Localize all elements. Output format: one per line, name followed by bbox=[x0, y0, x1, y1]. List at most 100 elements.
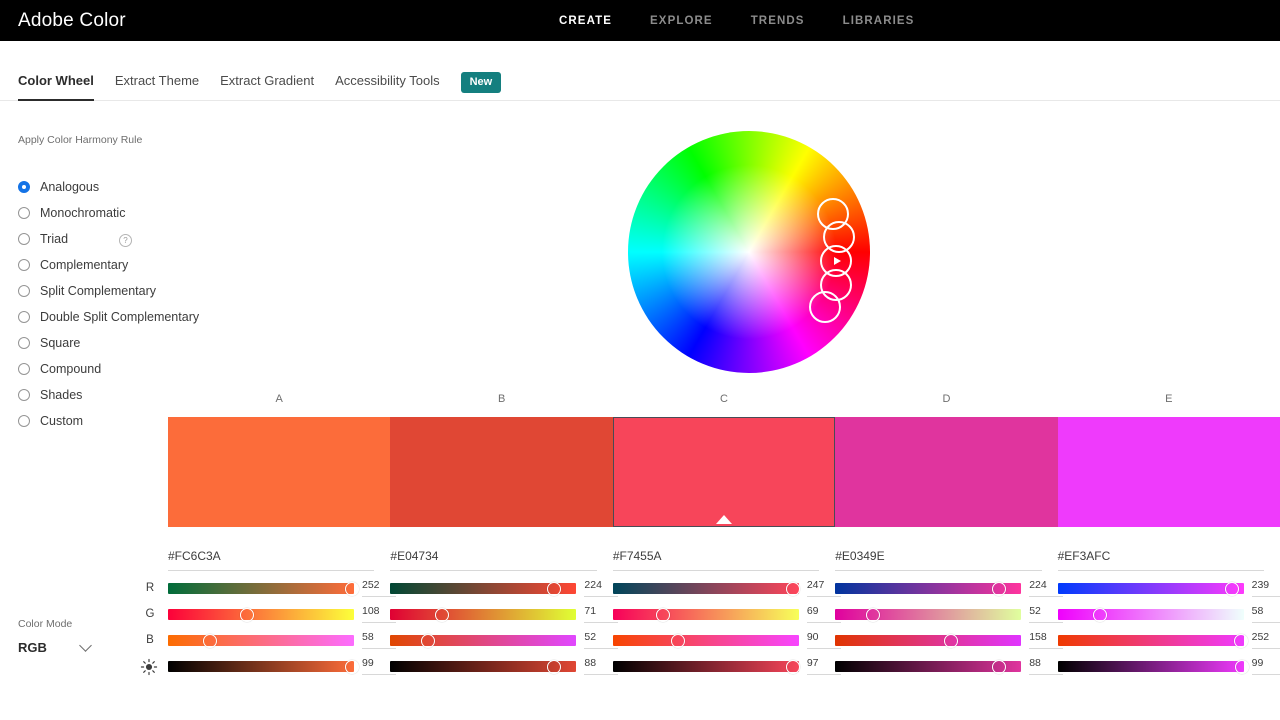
slider-knob-E-B[interactable] bbox=[1234, 634, 1248, 648]
slider-knob-C-G[interactable] bbox=[656, 608, 670, 622]
harmony-rule-complementary[interactable]: Complementary bbox=[18, 252, 199, 278]
harmony-rule-split-complementary[interactable]: Split Complementary bbox=[18, 278, 199, 304]
slider-knob-D-R[interactable] bbox=[992, 582, 1006, 596]
slider-knob-B-R[interactable] bbox=[547, 582, 561, 596]
slider-knob-B-G[interactable] bbox=[435, 608, 449, 622]
color-mode-select[interactable]: RGB bbox=[18, 636, 90, 658]
slider-row-A-B: B58 bbox=[168, 631, 390, 657]
harmony-sidebar: Apply Color Harmony Rule ? AnalogousMono… bbox=[0, 102, 168, 720]
harmony-rule-double-split-complementary[interactable]: Double Split Complementary bbox=[18, 304, 199, 330]
slider-knob-C-R[interactable] bbox=[786, 582, 800, 596]
slider-track-E-G[interactable] bbox=[1058, 609, 1244, 620]
slider-knob-D-brightness[interactable] bbox=[992, 660, 1006, 674]
color-swatch-B[interactable] bbox=[390, 417, 612, 527]
radio-button-icon[interactable] bbox=[18, 259, 30, 271]
nav-item-libraries[interactable]: LIBRARIES bbox=[843, 15, 915, 27]
slider-knob-B-B[interactable] bbox=[421, 634, 435, 648]
slider-knob-E-brightness[interactable] bbox=[1235, 660, 1249, 674]
slider-row-E-R: 239 bbox=[1058, 579, 1280, 605]
slider-row-E-B: 252 bbox=[1058, 631, 1280, 657]
color-swatch-A[interactable] bbox=[168, 417, 390, 527]
slider-knob-A-brightness[interactable] bbox=[345, 660, 359, 674]
radio-button-icon[interactable] bbox=[18, 389, 30, 401]
tab-extract-theme[interactable]: Extract Theme bbox=[115, 73, 199, 101]
slider-track-C-B[interactable] bbox=[613, 635, 799, 646]
harmony-rule-square[interactable]: Square bbox=[18, 330, 199, 356]
slider-knob-C-brightness[interactable] bbox=[786, 660, 800, 674]
channel-value-E-brightness[interactable]: 99 bbox=[1252, 657, 1280, 675]
swatch-letter-A: A bbox=[168, 393, 390, 413]
radio-button-icon[interactable] bbox=[18, 207, 30, 219]
slider-track-E-brightness[interactable] bbox=[1058, 661, 1244, 672]
slider-track-B-B[interactable] bbox=[390, 635, 576, 646]
hex-input-E[interactable]: #EF3AFC bbox=[1058, 549, 1264, 571]
hex-input-B[interactable]: #E04734 bbox=[390, 549, 596, 571]
tab-accessibility-tools[interactable]: Accessibility Tools bbox=[335, 73, 440, 101]
color-editor-E: #EF3AFC 239 58 252 99 bbox=[1058, 545, 1280, 685]
slider-track-B-G[interactable] bbox=[390, 609, 576, 620]
slider-row-C-brightness: 97 bbox=[613, 657, 835, 683]
slider-knob-D-G[interactable] bbox=[866, 608, 880, 622]
slider-knob-C-B[interactable] bbox=[671, 634, 685, 648]
radio-button-icon[interactable] bbox=[18, 337, 30, 349]
new-badge[interactable]: New bbox=[461, 72, 502, 93]
slider-knob-E-G[interactable] bbox=[1093, 608, 1107, 622]
slider-knob-A-G[interactable] bbox=[240, 608, 254, 622]
harmony-rule-label: Square bbox=[40, 336, 80, 350]
channel-value-E-R[interactable]: 239 bbox=[1252, 579, 1280, 597]
slider-track-C-brightness[interactable] bbox=[613, 661, 799, 672]
color-swatch-D[interactable] bbox=[835, 417, 1057, 527]
slider-track-A-G[interactable] bbox=[168, 609, 354, 620]
slider-knob-D-B[interactable] bbox=[944, 634, 958, 648]
radio-button-icon[interactable] bbox=[18, 181, 30, 193]
channel-label-B: B bbox=[142, 634, 158, 646]
tab-bar: Color Wheel Extract Theme Extract Gradient… bbox=[0, 41, 1280, 101]
color-wheel-container[interactable] bbox=[628, 131, 870, 373]
channel-sliders-C: 247699097 bbox=[613, 579, 835, 683]
radio-button-icon[interactable] bbox=[18, 363, 30, 375]
swatch-letter-B: B bbox=[390, 393, 612, 413]
slider-track-C-R[interactable] bbox=[613, 583, 799, 594]
radio-button-icon[interactable] bbox=[18, 233, 30, 245]
slider-track-D-B[interactable] bbox=[835, 635, 1021, 646]
slider-row-A-brightness: 99 bbox=[168, 657, 390, 683]
nav-item-trends[interactable]: TRENDS bbox=[751, 15, 805, 27]
harmony-rule-triad[interactable]: Triad bbox=[18, 226, 199, 252]
color-editor-columns: #FC6C3AR252G108B5899#E04734224715288#F74… bbox=[168, 545, 1280, 685]
slider-track-A-brightness[interactable] bbox=[168, 661, 354, 672]
harmony-rule-monochromatic[interactable]: Monochromatic bbox=[18, 200, 199, 226]
hex-input-A[interactable]: #FC6C3A bbox=[168, 549, 374, 571]
radio-button-icon[interactable] bbox=[18, 415, 30, 427]
channel-label-G: G bbox=[142, 608, 158, 620]
channel-value-E-B[interactable]: 252 bbox=[1252, 631, 1280, 649]
slider-track-D-G[interactable] bbox=[835, 609, 1021, 620]
tab-extract-gradient[interactable]: Extract Gradient bbox=[220, 73, 314, 101]
slider-track-C-G[interactable] bbox=[613, 609, 799, 620]
chevron-down-icon bbox=[79, 639, 92, 652]
slider-track-A-B[interactable] bbox=[168, 635, 354, 646]
slider-knob-E-R[interactable] bbox=[1225, 582, 1239, 596]
nav-item-create[interactable]: CREATE bbox=[559, 15, 612, 27]
slider-track-E-R[interactable] bbox=[1058, 583, 1244, 594]
color-editor-D: #E0349E2245215888 bbox=[835, 545, 1057, 685]
hex-input-C[interactable]: #F7455A bbox=[613, 549, 819, 571]
harmony-rule-compound[interactable]: Compound bbox=[18, 356, 199, 382]
slider-knob-A-R[interactable] bbox=[345, 582, 359, 596]
tab-color-wheel[interactable]: Color Wheel bbox=[18, 73, 94, 101]
color-swatch-E[interactable] bbox=[1058, 417, 1280, 527]
color-swatch-C[interactable] bbox=[613, 417, 835, 527]
base-color-arrow-icon bbox=[834, 257, 841, 265]
radio-button-icon[interactable] bbox=[18, 311, 30, 323]
slider-track-A-R[interactable] bbox=[168, 583, 354, 594]
radio-button-icon[interactable] bbox=[18, 285, 30, 297]
slider-knob-B-brightness[interactable] bbox=[547, 660, 561, 674]
channel-value-E-G[interactable]: 58 bbox=[1252, 605, 1280, 623]
wheel-handle-E[interactable] bbox=[809, 291, 841, 323]
slider-track-E-B[interactable] bbox=[1058, 635, 1244, 646]
slider-knob-A-B[interactable] bbox=[203, 634, 217, 648]
harmony-rule-analogous[interactable]: Analogous bbox=[18, 174, 199, 200]
nav-item-explore[interactable]: EXPLORE bbox=[650, 15, 713, 27]
hex-input-D[interactable]: #E0349E bbox=[835, 549, 1041, 571]
color-mode-label: Color Mode bbox=[18, 618, 72, 630]
brightness-icon bbox=[140, 658, 158, 676]
